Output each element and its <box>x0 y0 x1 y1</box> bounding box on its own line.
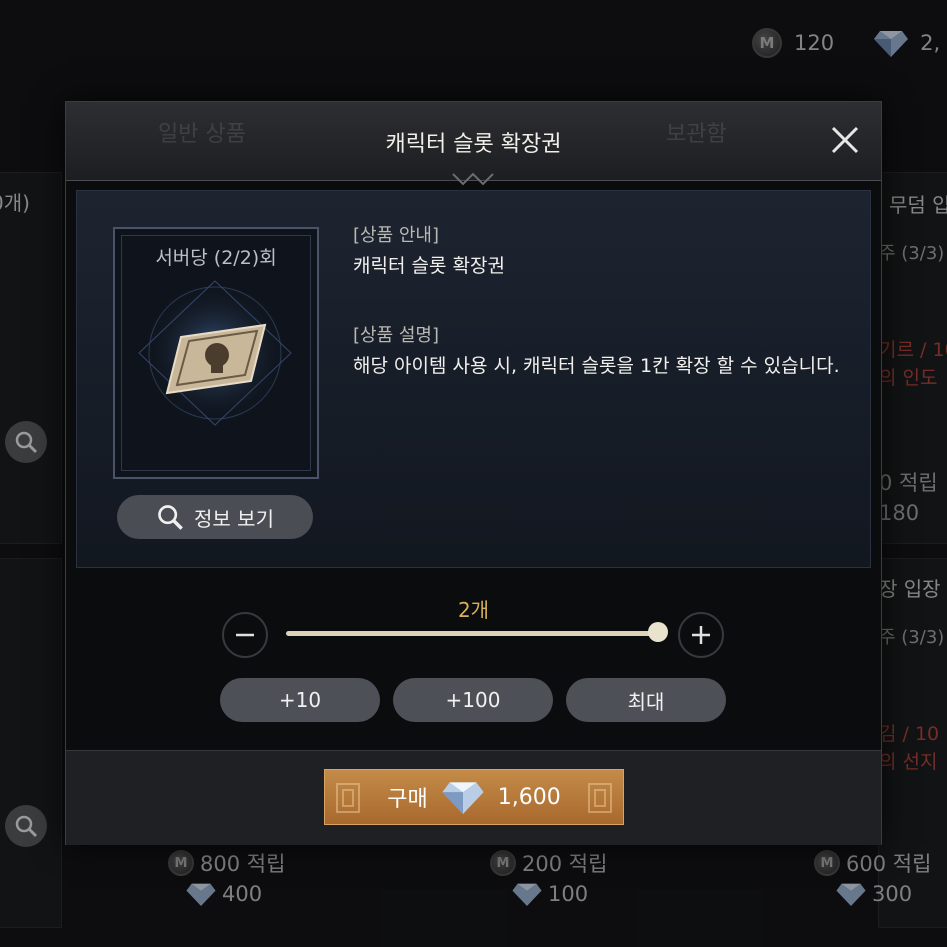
buy-button[interactable]: 구매 1,600 <box>324 769 624 825</box>
add-10-button[interactable]: +10 <box>220 678 380 722</box>
description-text: 해당 아이템 사용 시, 캐릭터 슬롯을 1칸 확장 할 수 있습니다. <box>353 355 840 377</box>
quantity-label: 2개 <box>457 598 490 622</box>
increase-button[interactable] <box>678 612 724 658</box>
item-purchase-limit: 서버당 (2/2)회 <box>155 247 277 269</box>
search-icon <box>158 505 183 530</box>
gem-icon <box>442 782 484 814</box>
buy-price: 1,600 <box>497 784 561 810</box>
character-slot-ticket-icon <box>138 279 292 427</box>
quantity-slider-thumb[interactable] <box>648 622 668 642</box>
modal-title: 캐릭터 슬롯 확장권 <box>385 132 562 157</box>
guide-text: 캐릭터 슬롯 확장권 <box>353 255 505 277</box>
description-label: [상품 설명] <box>353 325 440 346</box>
info-view-label: 정보 보기 <box>194 506 274 531</box>
item-image-frame: 서버당 (2/2)회 <box>113 227 319 479</box>
guide-label: [상품 안내] <box>353 225 440 246</box>
close-icon[interactable] <box>827 122 863 158</box>
ornament-icon <box>588 783 612 813</box>
buy-label: 구매 <box>387 787 428 812</box>
modal-footer: 구매 1,600 <box>66 750 881 845</box>
plus-icon <box>692 626 710 644</box>
modal-header: 일반 상품 보관함 캐릭터 슬롯 확장권 <box>66 102 881 186</box>
add-100-button[interactable]: +100 <box>393 678 553 722</box>
decrease-button[interactable] <box>222 612 268 658</box>
ornament-icon <box>336 783 360 813</box>
max-button[interactable]: 최대 <box>566 678 726 722</box>
ornament-icon <box>452 172 494 186</box>
quantity-slider-track[interactable] <box>286 631 658 636</box>
purchase-modal: 일반 상품 보관함 캐릭터 슬롯 확장권 서버당 (2/2)회 정보 보기 [상… <box>66 102 881 845</box>
item-info-panel: 서버당 (2/2)회 정보 보기 [상품 안내] 캐릭터 슬롯 확장권 [상품 … <box>76 190 871 568</box>
minus-icon <box>236 633 254 637</box>
info-view-button[interactable]: 정보 보기 <box>117 495 313 539</box>
